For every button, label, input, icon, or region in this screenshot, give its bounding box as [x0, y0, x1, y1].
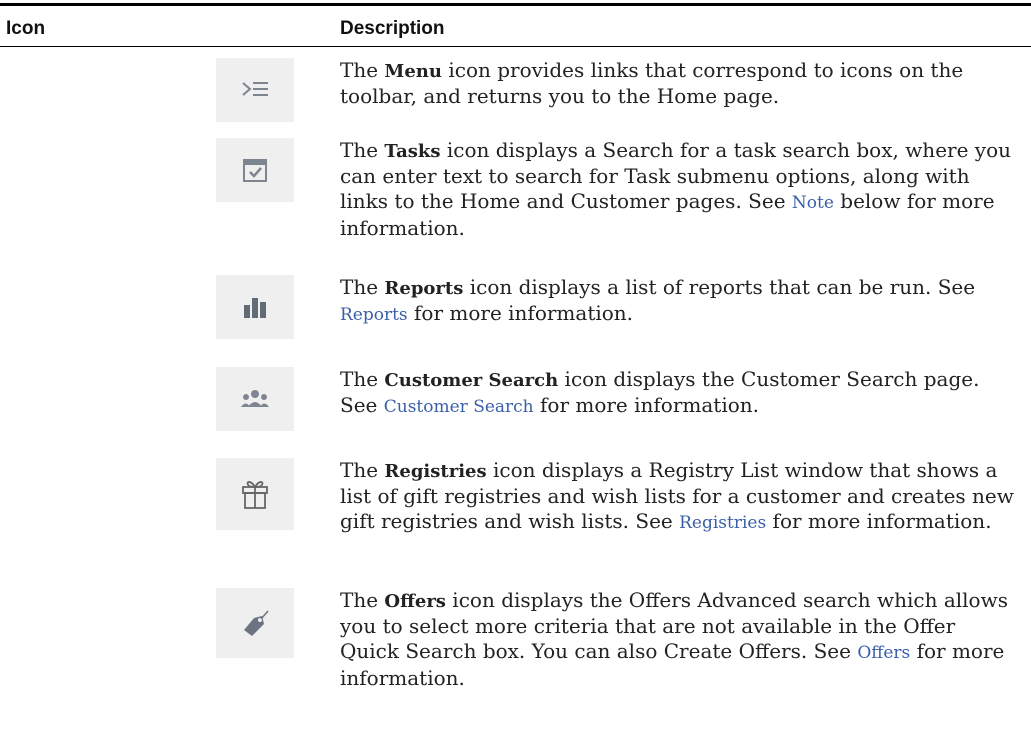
row-description: The Offers icon displays the Offers Adva… [340, 588, 1008, 690]
row-description: The Customer Search icon displays the Cu… [340, 367, 980, 417]
tasks-icon [216, 138, 294, 202]
table-header: Icon Description [0, 0, 1031, 48]
icon-name: Tasks [384, 141, 441, 162]
customer-search-link[interactable]: Customer Search [384, 397, 534, 417]
row-description: The Reports icon displays a list of repo… [340, 275, 976, 325]
icon-name: Menu [384, 61, 442, 82]
column-header-icon: Icon [6, 18, 46, 39]
header-top-rule [0, 3, 1031, 6]
header-bottom-rule [0, 46, 1031, 47]
customer-search-icon [216, 367, 294, 431]
gift-icon [216, 458, 294, 530]
icon-name: Registries [384, 461, 487, 482]
row-description: The Tasks icon displays a Search for a t… [340, 138, 1011, 240]
row-description: The Menu icon provides links that corres… [340, 58, 964, 108]
reports-icon [216, 275, 294, 339]
offers-tag-icon [216, 588, 294, 658]
icon-name: Offers [384, 591, 446, 612]
icon-name: Customer Search [384, 370, 559, 391]
column-header-description: Description [340, 18, 445, 39]
offers-link[interactable]: Offers [857, 643, 910, 663]
note-link[interactable]: Note [792, 193, 834, 213]
menu-icon [216, 58, 294, 122]
registries-link[interactable]: Registries [679, 513, 766, 533]
icon-name: Reports [384, 278, 464, 299]
reports-link[interactable]: Reports [340, 305, 408, 325]
row-description: The Registries icon displays a Registry … [340, 458, 1014, 533]
